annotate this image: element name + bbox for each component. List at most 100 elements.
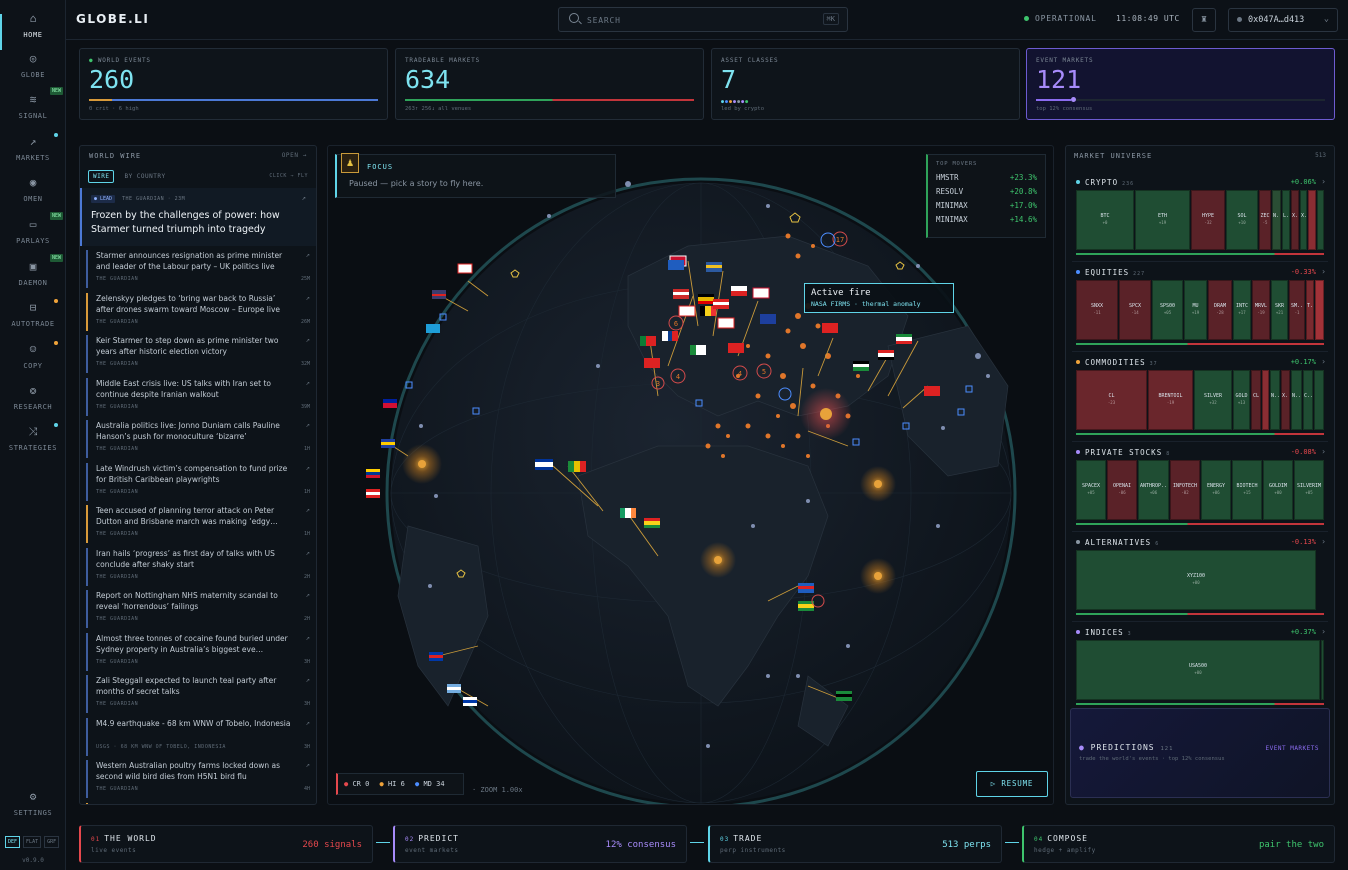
news-item[interactable]: Middle East crisis live: US talks with I… [86, 377, 310, 416]
sidebar-item-markets[interactable]: ↗ MARKETS [0, 133, 66, 177]
news-item[interactable]: Zelenskyy pledges to ‘bring war back to … [86, 292, 310, 331]
external-link-icon[interactable]: ↗ [306, 761, 310, 769]
market-tile[interactable] [1315, 280, 1324, 340]
market-tile[interactable]: X.. [1281, 370, 1290, 430]
sidebar-item-home[interactable]: ⌂ HOME [0, 12, 66, 54]
external-link-icon[interactable]: ↗ [306, 464, 310, 472]
chevron-right-icon[interactable]: › [1321, 627, 1326, 636]
asset-section-indices[interactable]: INDICES 3 +0.37% › USA500 +00 [1072, 626, 1328, 712]
market-tile[interactable]: OPENAI -06 [1107, 460, 1137, 520]
market-tile[interactable]: ENERGY +06 [1201, 460, 1231, 520]
market-tile[interactable]: CL [1251, 370, 1261, 430]
tab-by-country[interactable]: BY COUNTRY [120, 171, 169, 182]
market-tile[interactable]: N.. [1270, 370, 1280, 430]
market-tile[interactable]: HYPE -32 [1191, 190, 1225, 250]
market-tile[interactable]: INTC +17 [1233, 280, 1251, 340]
market-tile[interactable] [1262, 370, 1269, 430]
predictions-card[interactable]: ● PREDICTIONS 121 EVENT MARKETS trade th… [1070, 708, 1330, 798]
chevron-right-icon[interactable]: › [1321, 537, 1326, 546]
globe-view[interactable]: 6 4 3 4 5 17 ♟ FOCUS Paused — pick a story to… [327, 145, 1054, 805]
stat-world-events[interactable]: ● WORLD EVENTS 260 0 crit · 6 high [79, 48, 388, 120]
external-link-icon[interactable]: ↗ [306, 591, 310, 599]
news-item[interactable]: M4.9 earthquake - 68 km WNW of Tobelo, I… [86, 717, 310, 756]
market-tile[interactable]: X.. [1300, 190, 1307, 250]
stat-tradeable-markets[interactable]: TRADEABLE MARKETS 634 263↑ 256↓ all venu… [395, 48, 704, 120]
pipeline-step-trade[interactable]: 03 TRADE perp instruments 513 perps [708, 825, 1002, 863]
external-link-icon[interactable]: ↗ [302, 194, 306, 202]
chevron-right-icon[interactable]: › [1321, 267, 1326, 276]
sidebar-item-research[interactable]: ❂ RESEARCH [0, 384, 66, 426]
market-tile[interactable]: GOLD +13 [1233, 370, 1250, 430]
market-tile[interactable]: L.. [1282, 190, 1290, 250]
mode-def[interactable]: DEF [5, 836, 21, 848]
external-link-icon[interactable]: ↗ [306, 634, 310, 642]
external-link-icon[interactable]: ↗ [306, 676, 310, 684]
search-input[interactable]: SEARCH ⌘K [558, 7, 848, 32]
chevron-right-icon[interactable]: › [1321, 357, 1326, 366]
asset-section-commodities[interactable]: COMMODITIES 37 +0.17% › CL -23 BRENTOIL -19 SILV… [1072, 356, 1328, 442]
app-logo[interactable]: GLOBE.LI [76, 12, 149, 26]
market-tile[interactable]: SPS00 +05 [1152, 280, 1183, 340]
resume-button[interactable]: ▷ RESUME [976, 771, 1048, 797]
chevron-right-icon[interactable]: › [1321, 177, 1326, 186]
news-item[interactable]: Teen accused of planning terror attack o… [86, 505, 310, 543]
market-tile[interactable]: INFOTECH -02 [1170, 460, 1200, 520]
market-tile[interactable]: BTC +0 [1076, 190, 1134, 250]
market-tile[interactable]: N.. [1291, 370, 1302, 430]
news-item[interactable]: Australia politics live: Jonno Duniam ca… [86, 420, 310, 458]
mover-row[interactable]: MINIMAX +17.0% [936, 201, 1037, 215]
mover-row[interactable]: RESOLV +20.8% [936, 187, 1037, 201]
market-tile[interactable]: SKR +21 [1271, 280, 1288, 340]
news-item[interactable]: Zali Steggall expected to launch teal pa… [86, 675, 310, 713]
asset-section-crypto[interactable]: CRYPTO 236 +0.06% › BTC +0 ETH +19 HYPE -32 SOL +10… [1072, 176, 1328, 262]
event-markets-link[interactable]: EVENT MARKETS [1266, 745, 1319, 752]
tab-wire[interactable]: WIRE [88, 170, 115, 183]
market-tile[interactable]: SPCX -14 [1119, 280, 1151, 340]
mode-grf[interactable]: GRF [44, 836, 60, 848]
market-tile[interactable]: N.. [1272, 190, 1281, 250]
market-tile[interactable]: SNXX -11 [1076, 280, 1118, 340]
external-link-icon[interactable]: ↗ [306, 719, 310, 727]
open-link[interactable]: OPEN → [282, 152, 307, 159]
news-item[interactable]: Western Australian poultry farms locked … [86, 760, 310, 798]
external-link-icon[interactable]: ↗ [306, 336, 310, 344]
pipeline-step-compose[interactable]: 04 COMPOSE hedge + amplify pair the two [1022, 825, 1335, 863]
tower-button[interactable]: ♜ [1192, 8, 1216, 32]
chevron-right-icon[interactable]: › [1321, 447, 1326, 456]
market-tile[interactable] [1308, 190, 1316, 250]
sidebar-item-signal[interactable]: NEW ≋ SIGNAL [0, 87, 66, 135]
market-tile[interactable]: SPACEX +05 [1076, 460, 1106, 520]
news-item[interactable]: Report on Nottingham NHS maternity scand… [86, 590, 310, 628]
market-tile[interactable]: ANTHROP.. +06 [1138, 460, 1169, 520]
stat-asset-classes[interactable]: ASSET CLASSES 7 ●●●●●●● led by crypto [711, 48, 1020, 120]
market-tile[interactable]: DRAM -28 [1208, 280, 1232, 340]
external-link-icon[interactable]: ↗ [306, 421, 310, 429]
market-tile[interactable]: BIOTECH +15 [1232, 460, 1262, 520]
sidebar-item-autotrade[interactable]: ⊟ AUTOTRADE [0, 299, 66, 343]
external-link-icon[interactable]: ↗ [306, 294, 310, 302]
sidebar-item-settings[interactable]: ⚙ SETTINGS [0, 790, 66, 832]
asset-section-equities[interactable]: EQUITIES 227 -0.33% › SNXX -11 SPCX -14 SPS00 +05… [1072, 266, 1328, 352]
pipeline-step-world[interactable]: 01 THE WORLD live events 260 signals [79, 825, 373, 863]
market-tile[interactable] [1321, 640, 1324, 700]
globe-map[interactable]: 6 4 3 4 5 17 [328, 146, 1054, 805]
mover-row[interactable]: HMSTR +23.3% [936, 173, 1037, 187]
sidebar-item-copy[interactable]: ☺ COPY [0, 341, 66, 385]
market-tile[interactable] [1314, 370, 1324, 430]
external-link-icon[interactable]: ↗ [306, 251, 310, 259]
market-tile[interactable]: USA500 +00 [1076, 640, 1320, 700]
market-tile[interactable]: XYZ100 +00 [1076, 550, 1316, 610]
pipeline-step-predict[interactable]: 02 PREDICT event markets 12% consensus [393, 825, 687, 863]
wallet-button[interactable]: 0x047A…d413 ⌄ [1228, 8, 1338, 32]
asset-section-alternatives[interactable]: ALTERNATIVES 6 -0.13% › XYZ100 +00 [1072, 536, 1328, 622]
market-tile[interactable]: SM.. -1 [1289, 280, 1305, 340]
external-link-icon[interactable]: ↗ [306, 506, 310, 514]
news-item[interactable]: Late Windrush victim’s compensation to f… [86, 462, 310, 501]
mover-row[interactable]: MINIMAX +14.6% [936, 215, 1037, 229]
sidebar-item-daemon[interactable]: NEW ▣ DAEMON [0, 254, 66, 302]
market-tile[interactable]: GOLDIM +00 [1263, 460, 1293, 520]
market-tile[interactable]: SILVER +32 [1194, 370, 1232, 430]
stat-event-markets[interactable]: EVENT MARKETS 121 top 12% consensus [1026, 48, 1335, 120]
market-tile[interactable]: MRVL -19 [1252, 280, 1270, 340]
external-link-icon[interactable]: ↗ [306, 804, 310, 805]
